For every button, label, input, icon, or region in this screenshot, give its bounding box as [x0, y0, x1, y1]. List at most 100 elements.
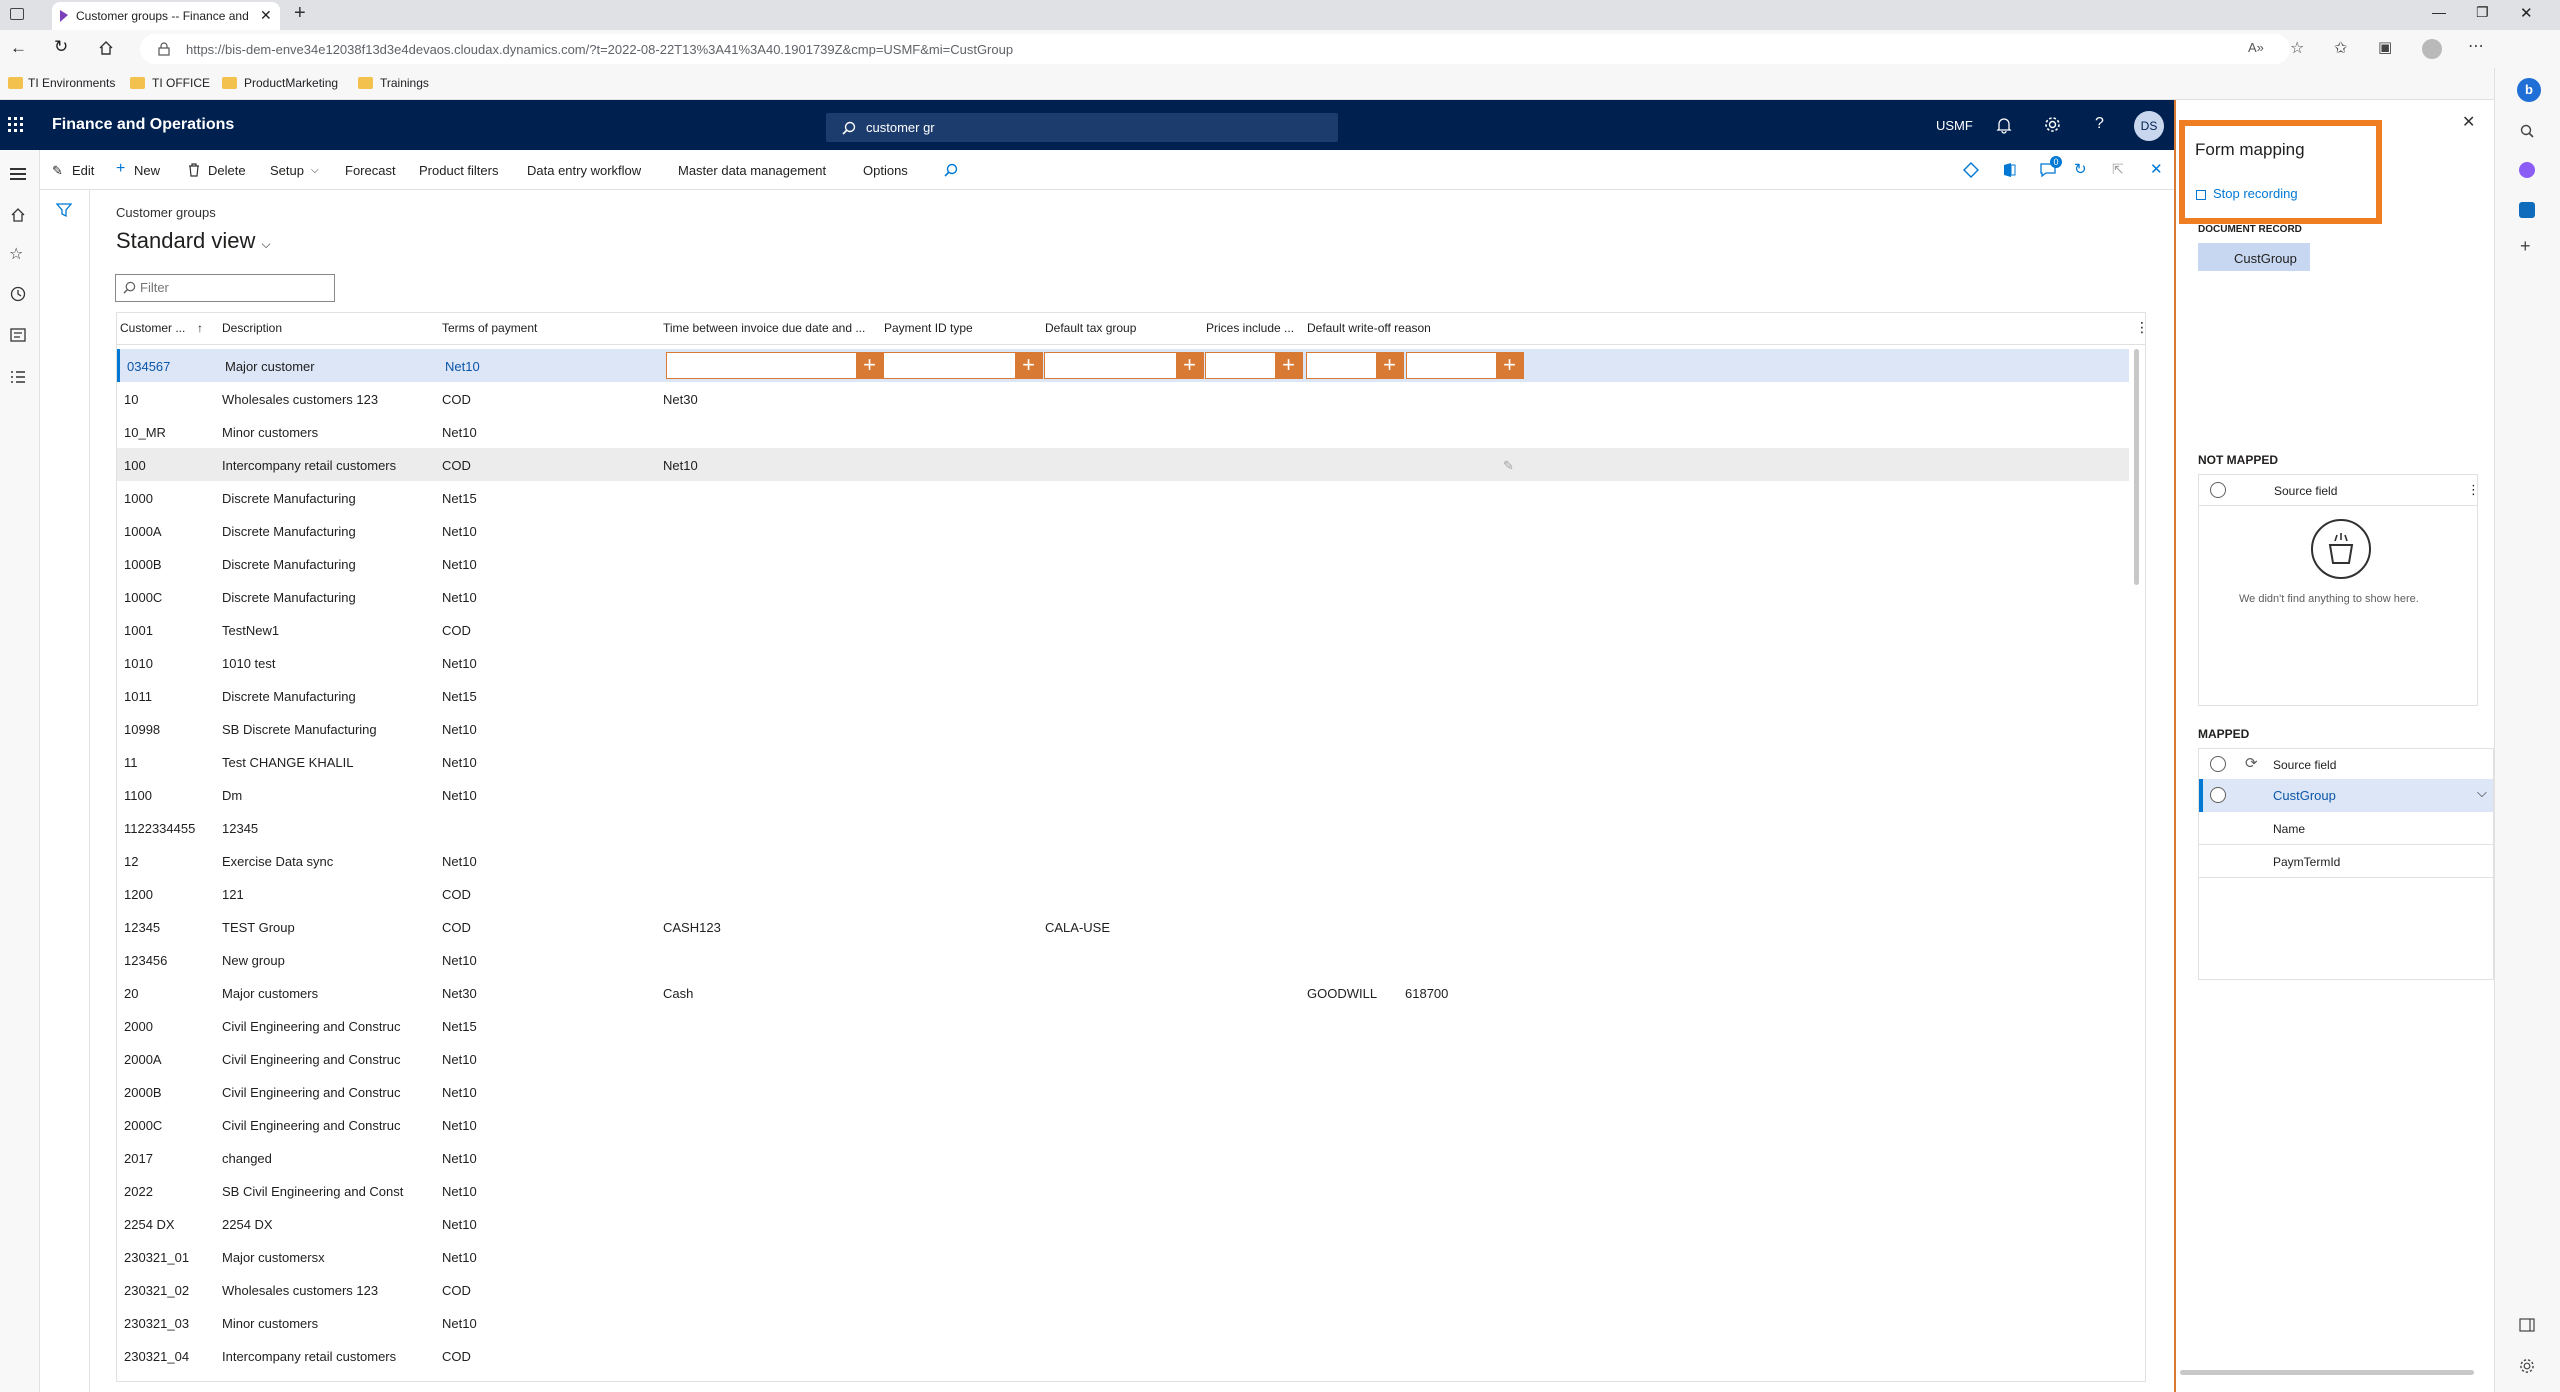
browser-tab[interactable]: Customer groups -- Finance and ✕: [52, 2, 280, 30]
office-icon[interactable]: [2002, 162, 2016, 178]
company-picker[interactable]: USMF: [1936, 118, 1973, 133]
table-row[interactable]: 230321_03 Minor customers Net10: [117, 1306, 2129, 1339]
table-row[interactable]: 2022 SB Civil Engineering and Const Net10: [117, 1174, 2129, 1207]
view-selector[interactable]: Standard view ⌵: [116, 228, 271, 254]
table-row[interactable]: 100 Intercompany retail customers COD Net10…: [117, 448, 2129, 481]
notifications-icon[interactable]: [1996, 116, 2012, 134]
action-search-icon[interactable]: [944, 163, 958, 177]
table-row[interactable]: 2000A Civil Engineering and Construc Net10: [117, 1042, 2129, 1075]
col-header-time-between-invoice[interactable]: Time between invoice due date and ...: [663, 321, 873, 335]
filter-input[interactable]: [140, 280, 320, 295]
document-record-chip[interactable]: CustGroup: [2198, 243, 2310, 271]
table-row[interactable]: 1122334455 12345: [117, 811, 2129, 844]
table-row[interactable]: 123456 New group Net10: [117, 943, 2129, 976]
map-field-box[interactable]: +: [883, 352, 1043, 379]
table-row[interactable]: 20 Major customers Net30 Cash GOODWILL 618700: [117, 976, 2129, 1009]
recent-clock-icon[interactable]: [10, 286, 26, 302]
new-tab-button[interactable]: +: [294, 2, 306, 25]
table-row[interactable]: 2017 changed Net10: [117, 1141, 2129, 1174]
setup-menu[interactable]: Setup: [270, 163, 304, 178]
refresh-icon[interactable]: ↻: [54, 37, 68, 57]
col-header-default-write-off-reason[interactable]: Default write-off reason: [1307, 321, 1431, 335]
sync-icon[interactable]: ⟳: [2245, 754, 2258, 772]
col-header-default-tax-group[interactable]: Default tax group: [1045, 321, 1136, 335]
back-icon[interactable]: ←: [10, 38, 27, 58]
add-mapping-plus-icon[interactable]: +: [856, 353, 883, 378]
col-header-description[interactable]: Description: [222, 321, 282, 335]
add-sidebar-app-icon[interactable]: +: [2520, 236, 2531, 257]
add-mapping-plus-icon[interactable]: +: [1176, 353, 1203, 378]
data-entry-workflow-menu[interactable]: Data entry workflow: [527, 163, 641, 178]
refresh-page-icon[interactable]: ↻: [2074, 160, 2087, 178]
close-window-icon[interactable]: ✕: [2520, 4, 2533, 22]
row-select-radio[interactable]: [2210, 787, 2226, 803]
app-launcher-icon[interactable]: [8, 117, 24, 133]
table-row[interactable]: 2000 Civil Engineering and Construc Net15: [117, 1009, 2129, 1042]
sidebar-settings-icon[interactable]: [2519, 1358, 2535, 1374]
user-avatar[interactable]: DS: [2134, 111, 2164, 141]
table-row[interactable]: 10_MR Minor customers Net10: [117, 415, 2129, 448]
outlook-icon[interactable]: [2519, 202, 2535, 218]
collections-icon[interactable]: ▣: [2378, 38, 2392, 56]
mapped-row-paymtermid[interactable]: PaymTermId: [2199, 845, 2493, 878]
home-icon[interactable]: [98, 40, 114, 56]
table-row[interactable]: 2000C Civil Engineering and Construc Net10: [117, 1108, 2129, 1141]
col-header-prices-include[interactable]: Prices include ...: [1206, 321, 1294, 335]
filter-field[interactable]: [115, 274, 335, 302]
col-header-terms-of-payment[interactable]: Terms of payment: [442, 321, 537, 335]
table-row[interactable]: 1001 TestNew1 COD: [117, 613, 2129, 646]
favorites-add-icon[interactable]: ☆: [2290, 38, 2304, 58]
table-row[interactable]: 230321_02 Wholesales customers 123 COD: [117, 1273, 2129, 1306]
master-data-management-menu[interactable]: Master data management: [678, 163, 826, 178]
favorite-ti-environments[interactable]: TI Environments: [28, 76, 115, 90]
map-field-box[interactable]: +: [1044, 352, 1204, 379]
col-header-payment-id-type[interactable]: Payment ID type: [884, 321, 973, 335]
table-row[interactable]: 1000B Discrete Manufacturing Net10: [117, 547, 2129, 580]
add-mapping-plus-icon[interactable]: +: [1275, 353, 1302, 378]
options-menu[interactable]: Options: [863, 163, 908, 178]
sidebar-layout-icon[interactable]: [2519, 1318, 2535, 1332]
more-menu-icon[interactable]: ⋯: [2468, 36, 2484, 56]
tab-actions-icon[interactable]: [10, 8, 24, 20]
map-field-box[interactable]: +: [1406, 352, 1524, 379]
search-icon[interactable]: [2520, 124, 2534, 138]
map-field-box[interactable]: +: [1205, 352, 1303, 379]
workspaces-icon[interactable]: [10, 328, 26, 342]
hamburger-menu-icon[interactable]: [10, 168, 26, 180]
vertical-scrollbar[interactable]: [2134, 349, 2139, 585]
not-mapped-source-field-header[interactable]: Source field: [2274, 484, 2337, 498]
table-row[interactable]: 1000A Discrete Manufacturing Net10: [117, 514, 2129, 547]
sort-ascending-icon[interactable]: ↑: [197, 321, 203, 335]
table-row[interactable]: 034567 Major customer Net10 + + + + + +: [117, 349, 2129, 382]
panel-horizontal-scrollbar[interactable]: [2180, 1370, 2474, 1375]
power-apps-icon[interactable]: [1963, 162, 1979, 178]
select-all-radio[interactable]: [2210, 482, 2226, 498]
home-icon[interactable]: [10, 207, 26, 223]
add-mapping-plus-icon[interactable]: +: [1015, 353, 1042, 378]
table-row[interactable]: 1010 1010 test Net10: [117, 646, 2129, 679]
maximize-icon[interactable]: ❐: [2476, 4, 2489, 21]
filter-funnel-icon[interactable]: [56, 202, 72, 218]
mapped-row-name[interactable]: Name: [2199, 812, 2493, 845]
open-new-window-icon[interactable]: ⇱: [2112, 161, 2124, 178]
favorites-star-icon[interactable]: ☆: [9, 244, 23, 264]
stop-recording-link[interactable]: Stop recording: [2213, 186, 2298, 201]
close-tab-icon[interactable]: ✕: [260, 7, 272, 24]
profile-icon[interactable]: [2422, 39, 2442, 59]
add-mapping-plus-icon[interactable]: +: [1376, 353, 1403, 378]
read-aloud-icon[interactable]: A»: [2248, 40, 2264, 55]
table-row[interactable]: 1000 Discrete Manufacturing Net15: [117, 481, 2129, 514]
table-row[interactable]: 10 Wholesales customers 123 COD Net30: [117, 382, 2129, 415]
column-options-icon[interactable]: ⋮: [2135, 319, 2145, 336]
bing-icon[interactable]: b: [2517, 78, 2541, 102]
table-row[interactable]: 2000B Civil Engineering and Construc Net10: [117, 1075, 2129, 1108]
add-mapping-plus-icon[interactable]: +: [1496, 353, 1523, 378]
table-row[interactable]: 1200 121 COD: [117, 877, 2129, 910]
table-row[interactable]: 2254 DX 2254 DX Net10: [117, 1207, 2129, 1240]
product-filters-menu[interactable]: Product filters: [419, 163, 498, 178]
close-panel-icon[interactable]: ✕: [2462, 112, 2475, 132]
delete-button[interactable]: Delete: [208, 163, 246, 178]
favorite-ti-office[interactable]: TI OFFICE: [152, 76, 210, 90]
table-row[interactable]: 12 Exercise Data sync Net10: [117, 844, 2129, 877]
table-row[interactable]: 10998 SB Discrete Manufacturing Net10: [117, 712, 2129, 745]
